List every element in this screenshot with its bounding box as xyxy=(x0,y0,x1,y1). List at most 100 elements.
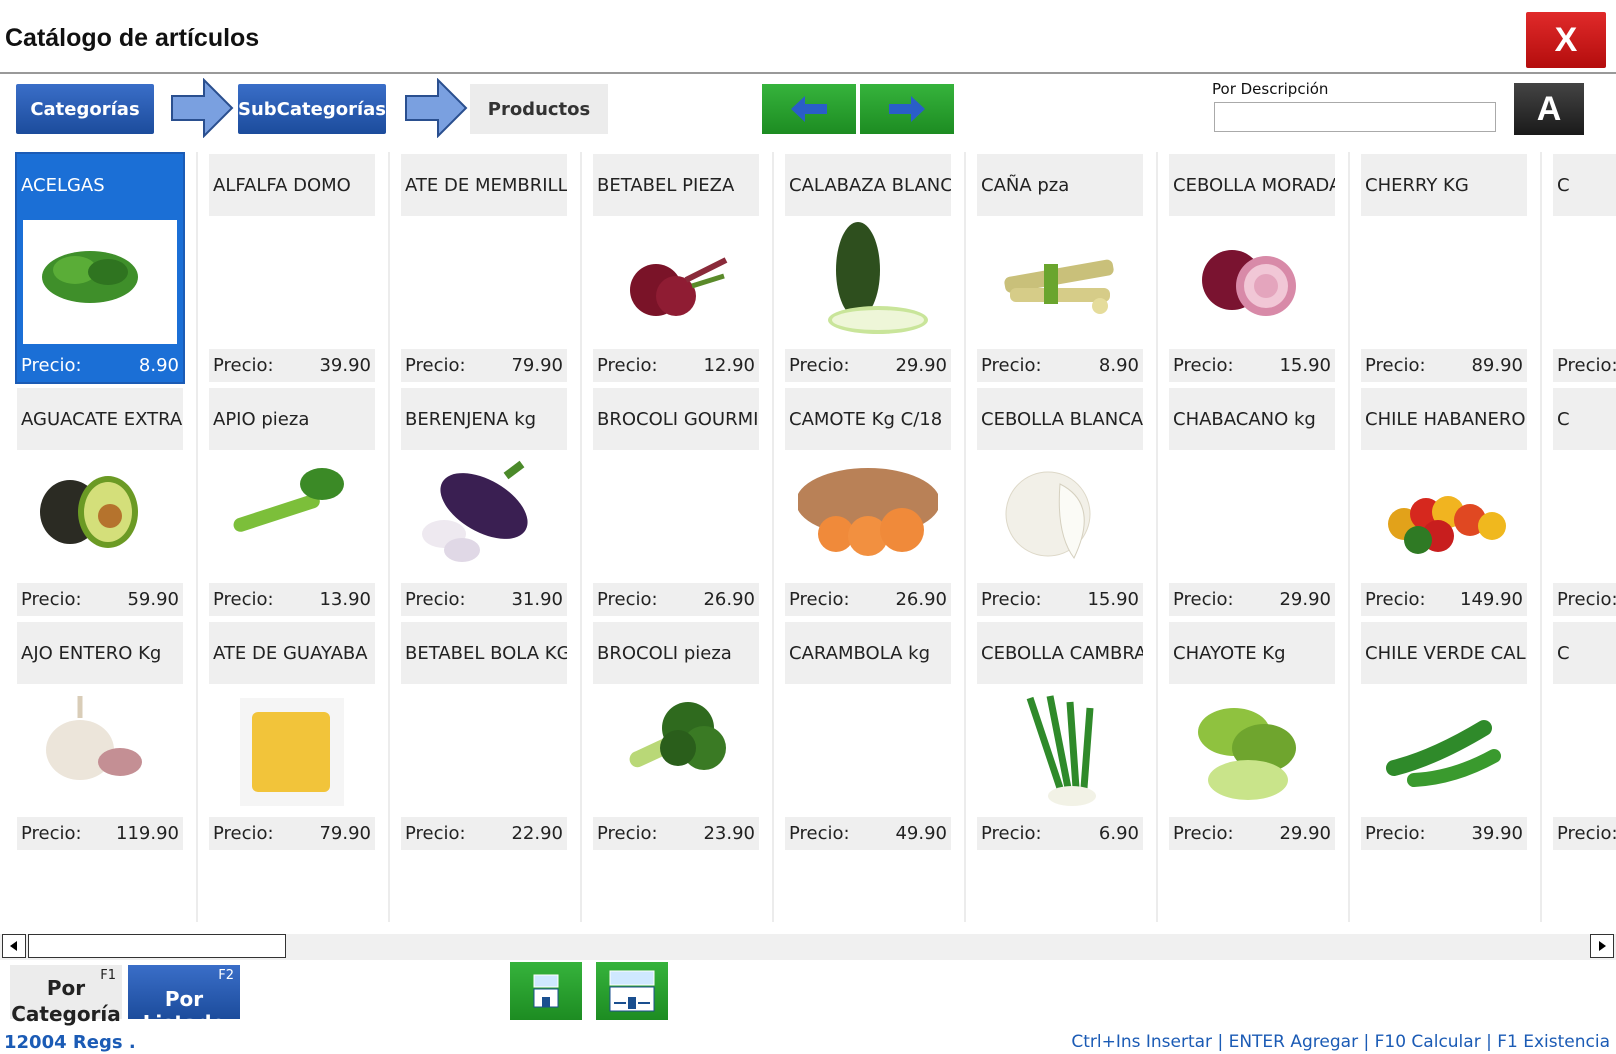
search-input[interactable] xyxy=(1214,102,1496,132)
product-price: Precio: 29.90 xyxy=(785,349,951,382)
product-card[interactable]: C Precio: xyxy=(1553,388,1616,616)
subcategories-button[interactable]: SubCategorías xyxy=(238,84,386,134)
beet-icon xyxy=(630,257,728,316)
price-value: 39.90 xyxy=(1471,823,1523,844)
column-separator xyxy=(1540,152,1542,922)
product-card[interactable]: ATE DE GUAYABA Precio: 79.90 xyxy=(209,622,375,850)
product-card[interactable]: C Precio: xyxy=(1553,154,1616,382)
product-card[interactable]: AGUACATE EXTRA Precio: 59.90 xyxy=(17,388,183,616)
chard-icon xyxy=(42,251,138,303)
product-name: AGUACATE EXTRA xyxy=(17,388,183,450)
product-card[interactable]: CARAMBOLA kg Precio: 49.90 xyxy=(785,622,951,850)
title-divider xyxy=(0,72,1616,74)
garlic-icon xyxy=(46,696,142,780)
product-name: C xyxy=(1553,388,1616,450)
product-card[interactable]: CEBOLLA BLANCA Precio: 15.90 xyxy=(977,388,1143,616)
categories-button[interactable]: Categorías xyxy=(16,84,154,134)
column-separator xyxy=(388,152,390,922)
product-card[interactable]: CHABACANO kg Precio: 29.90 xyxy=(1169,388,1335,616)
product-image xyxy=(1169,684,1335,812)
product-image xyxy=(593,684,759,812)
product-card[interactable]: CHILE HABANERO Precio: 149.90 xyxy=(1361,388,1527,616)
avocado-icon xyxy=(40,476,138,548)
product-name: BROCOLI GOURMI xyxy=(593,388,759,450)
scroll-left-button[interactable] xyxy=(2,934,26,958)
product-card[interactable]: APIO pieza Precio: 13.90 xyxy=(209,388,375,616)
next-page-button[interactable] xyxy=(860,84,954,134)
product-card[interactable]: C Precio: xyxy=(1553,622,1616,850)
product-name: C xyxy=(1553,154,1616,216)
product-card[interactable]: BERENJENA kg Precio: 31.90 xyxy=(401,388,567,616)
product-name: CARAMBOLA kg xyxy=(785,622,951,684)
product-card[interactable]: AJO ENTERO Kg Precio: 119.90 xyxy=(17,622,183,850)
previous-page-button[interactable] xyxy=(762,84,856,134)
product-card[interactable]: CAMOTE Kg C/18 Precio: 26.90 xyxy=(785,388,951,616)
arrow-right-icon xyxy=(405,78,468,138)
product-card[interactable]: BROCOLI pieza Precio: 23.90 xyxy=(593,622,759,850)
window-title: Catálogo de artículos xyxy=(5,24,260,52)
product-name: CHABACANO kg xyxy=(1169,388,1335,450)
product-image xyxy=(1361,450,1527,578)
price-label: Precio: xyxy=(597,823,658,844)
product-name: BETABEL BOLA KG xyxy=(401,622,567,684)
sweet-potato-icon xyxy=(798,468,938,556)
product-card[interactable]: CHAYOTE Kg Precio: 29.90 xyxy=(1169,622,1335,850)
by-category-tab[interactable]: F1 Por Categoría xyxy=(10,965,122,1026)
price-label: Precio: xyxy=(1557,355,1616,376)
column-separator xyxy=(580,152,582,922)
product-card[interactable]: CEBOLLA CAMBRA Precio: 6.90 xyxy=(977,622,1143,850)
record-count: 12004 Regs . xyxy=(4,1032,136,1053)
product-price: Precio: 15.90 xyxy=(1169,349,1335,382)
by-list-tab[interactable]: F2 Por Listado xyxy=(128,965,240,1035)
price-label: Precio: xyxy=(405,589,466,610)
price-value: 59.90 xyxy=(127,589,179,610)
product-card[interactable]: CAÑA pza Precio: 8.90 xyxy=(977,154,1143,382)
close-button[interactable]: X xyxy=(1526,12,1606,68)
product-card[interactable]: BETABEL BOLA KG Precio: 22.90 xyxy=(401,622,567,850)
product-name: CAÑA pza xyxy=(977,154,1143,216)
product-name: ACELGAS xyxy=(17,154,183,216)
arrow-right-icon xyxy=(889,96,925,122)
product-image xyxy=(401,684,567,812)
price-value: 26.90 xyxy=(703,589,755,610)
product-card[interactable]: CALABAZA BLANCA Precio: 29.90 xyxy=(785,154,951,382)
scrollbar-thumb[interactable] xyxy=(28,934,286,958)
product-image xyxy=(977,216,1143,344)
product-card[interactable]: ACELGAS Precio: 8.90 xyxy=(15,152,185,384)
product-card[interactable]: CHERRY KG Precio: 89.90 xyxy=(1361,154,1527,382)
product-card[interactable]: ALFALFA DOMO Precio: 39.90 xyxy=(209,154,375,382)
small-view-button[interactable] xyxy=(510,962,582,1020)
product-name: CHAYOTE Kg xyxy=(1169,622,1335,684)
guava-paste-icon xyxy=(240,698,344,806)
product-card[interactable]: BETABEL PIEZA Precio: 12.90 xyxy=(593,154,759,382)
product-card[interactable]: CEBOLLA MORADA Precio: 15.90 xyxy=(1169,154,1335,382)
product-price: Precio: 89.90 xyxy=(1361,349,1527,382)
price-value: 12.90 xyxy=(703,355,755,376)
products-button[interactable]: Productos xyxy=(470,84,608,134)
price-label: Precio: xyxy=(21,589,82,610)
price-value: 15.90 xyxy=(1279,355,1331,376)
product-image xyxy=(785,684,951,812)
product-card[interactable]: ATE DE MEMBRILL Precio: 79.90 xyxy=(401,154,567,382)
price-value: 31.90 xyxy=(511,589,563,610)
small-tiles-icon xyxy=(533,974,559,1008)
large-view-button[interactable] xyxy=(596,962,668,1020)
price-label: Precio: xyxy=(597,589,658,610)
product-price: Precio: 6.90 xyxy=(977,817,1143,850)
product-image xyxy=(1361,684,1527,812)
product-price: Precio: 26.90 xyxy=(593,583,759,616)
price-value: 79.90 xyxy=(511,355,563,376)
product-price: Precio: 12.90 xyxy=(593,349,759,382)
product-card[interactable]: BROCOLI GOURMI Precio: 26.90 xyxy=(593,388,759,616)
price-value: 13.90 xyxy=(319,589,371,610)
product-grid: ACELGAS Precio: 8.90 AGUACATE EXTRA Precio: 5… xyxy=(0,152,1616,922)
keyboard-button[interactable]: A xyxy=(1514,83,1584,135)
product-image xyxy=(785,216,951,344)
price-value: 79.90 xyxy=(319,823,371,844)
habanero-icon xyxy=(1388,496,1506,554)
celery-icon xyxy=(233,468,344,532)
product-image xyxy=(23,220,177,344)
product-card[interactable]: CHILE VERDE CAL Precio: 39.90 xyxy=(1361,622,1527,850)
by-list-label: Por Listado xyxy=(142,987,226,1035)
scroll-right-button[interactable] xyxy=(1590,934,1614,958)
